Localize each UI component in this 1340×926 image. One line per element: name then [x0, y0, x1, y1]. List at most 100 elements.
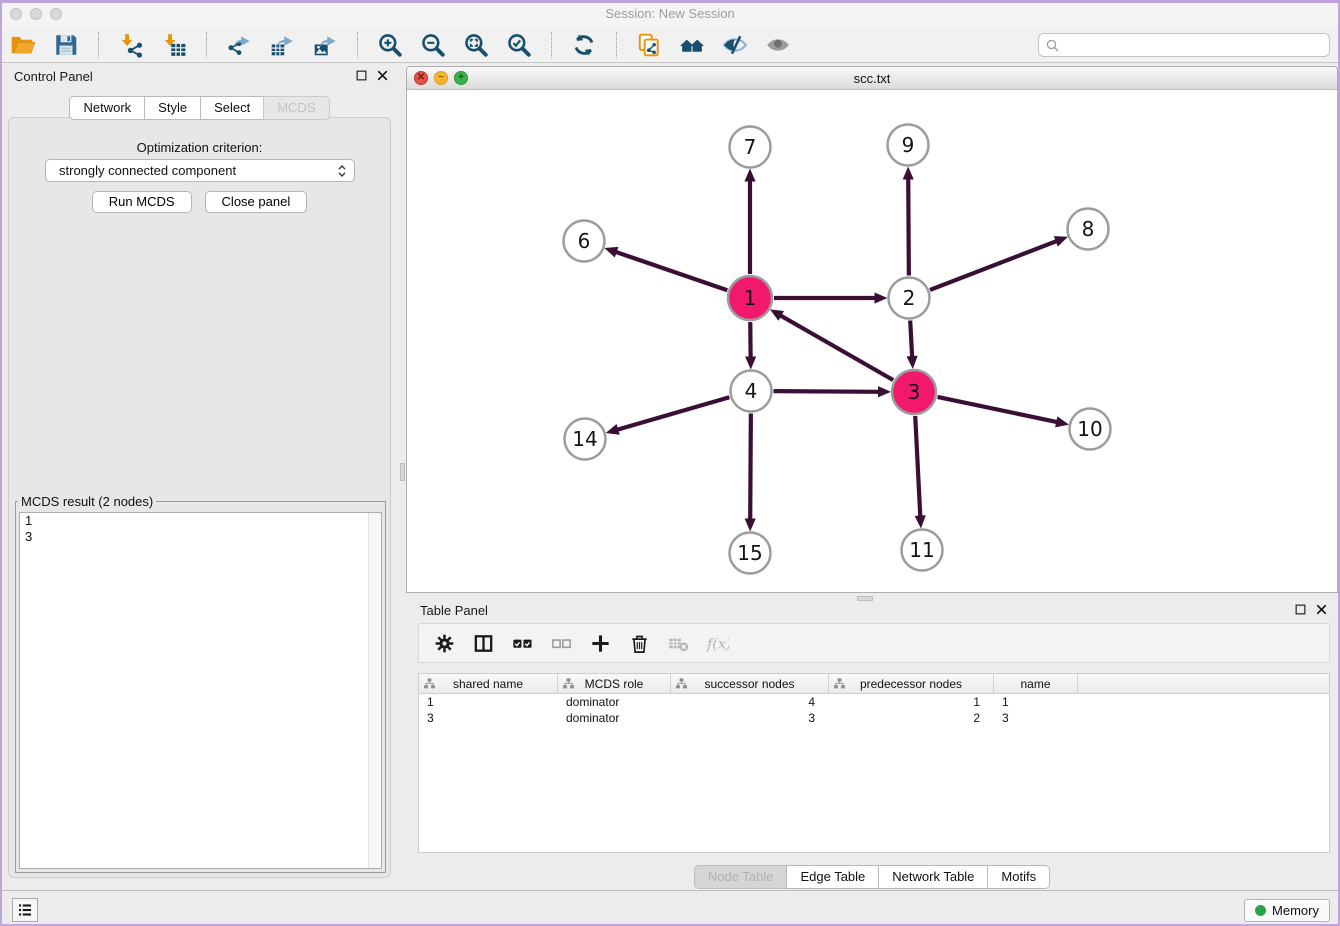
toolbar-separator — [357, 32, 358, 58]
open-folder-icon[interactable] — [10, 32, 36, 58]
zoom-fit-icon[interactable] — [463, 32, 489, 58]
node-14[interactable]: 14 — [565, 419, 606, 460]
close-table-panel-icon[interactable] — [1315, 603, 1328, 616]
trash-icon[interactable] — [628, 632, 651, 655]
save-icon[interactable] — [53, 32, 79, 58]
table-panel: Table Panel f(x) shared nameMCDS rolesuc… — [406, 597, 1338, 890]
tab-motifs[interactable]: Motifs — [987, 865, 1050, 889]
zoom-selected-icon[interactable] — [506, 32, 532, 58]
hierarchy-icon — [833, 677, 846, 690]
memory-button[interactable]: Memory — [1244, 899, 1330, 922]
vertical-splitter[interactable] — [399, 63, 406, 890]
node-8[interactable]: 8 — [1068, 209, 1109, 250]
search-box[interactable] — [1038, 33, 1330, 57]
main-toolbar — [0, 28, 1340, 63]
edge-4-3[interactable] — [773, 391, 880, 392]
gear-icon[interactable] — [433, 632, 456, 655]
criterion-dropdown[interactable]: strongly connected component — [45, 159, 355, 182]
add-icon[interactable] — [589, 632, 612, 655]
edge-2-3[interactable] — [910, 320, 912, 358]
task-history-button[interactable] — [12, 898, 38, 922]
tab-edge-table[interactable]: Edge Table — [786, 865, 879, 889]
cell-successor-nodes: 3 — [671, 710, 829, 726]
node-6[interactable]: 6 — [564, 221, 605, 262]
search-input[interactable] — [1060, 35, 1323, 55]
toolbar-separator — [551, 32, 552, 58]
node-3[interactable]: 3 — [892, 370, 936, 414]
cell-name: 3 — [994, 710, 1078, 726]
edge-3-1[interactable] — [779, 315, 893, 380]
network-canvas[interactable]: 7 9 6 8 1 2 4 3 14 10 15 11 — [407, 90, 1337, 592]
edge-arrowhead — [906, 356, 917, 369]
column-header-successor-nodes[interactable]: successor nodes — [671, 674, 829, 693]
mcds-result-group: MCDS result (2 nodes) 13 — [15, 494, 386, 873]
horizontal-splitter-grip[interactable] — [857, 596, 873, 601]
node-label: 9 — [902, 133, 915, 157]
node-4[interactable]: 4 — [731, 371, 772, 412]
column-header-mcds-role[interactable]: MCDS role — [558, 674, 671, 693]
hide-eye-icon[interactable] — [722, 32, 748, 58]
node-1[interactable]: 1 — [728, 276, 772, 320]
export-network-icon[interactable] — [226, 32, 252, 58]
result-scrollbar[interactable] — [368, 513, 381, 868]
node-7[interactable]: 7 — [730, 127, 771, 168]
search-icon — [1045, 38, 1060, 53]
close-panel-button[interactable]: Close panel — [205, 191, 308, 213]
edge-2-8[interactable] — [930, 241, 1058, 290]
edge-3-10[interactable] — [937, 397, 1058, 422]
copy-network-icon[interactable] — [636, 32, 662, 58]
edge-4-15[interactable] — [750, 413, 751, 520]
edge-1-6[interactable] — [615, 252, 728, 291]
network-graph[interactable]: 7 9 6 8 1 2 4 3 14 10 15 11 — [407, 90, 1337, 592]
import-network-icon[interactable] — [118, 32, 144, 58]
node-10[interactable]: 10 — [1070, 409, 1111, 450]
tab-style[interactable]: Style — [144, 96, 201, 120]
select-all-icon[interactable] — [511, 632, 534, 655]
column-header-shared-name[interactable]: shared name — [419, 674, 558, 693]
close-panel-icon[interactable] — [376, 69, 389, 82]
edge-4-14[interactable] — [616, 397, 729, 430]
float-panel-icon[interactable] — [355, 69, 368, 82]
toolbar-separator — [98, 32, 99, 58]
node-15[interactable]: 15 — [730, 533, 771, 574]
list-icon — [16, 901, 34, 919]
float-table-panel-icon[interactable] — [1294, 603, 1307, 616]
edge-3-11[interactable] — [915, 416, 920, 518]
table-panel-title: Table Panel — [420, 603, 488, 618]
tab-select[interactable]: Select — [200, 96, 264, 120]
cell-name: 1 — [994, 694, 1078, 710]
unselect-all-icon[interactable] — [550, 632, 573, 655]
app-titlebar: Session: New Session — [0, 0, 1340, 28]
splitter-grip[interactable] — [400, 463, 405, 481]
zoom-in-icon[interactable] — [377, 32, 403, 58]
import-table-icon[interactable] — [161, 32, 187, 58]
tab-node-table[interactable]: Node Table — [694, 865, 788, 889]
show-eye-icon[interactable] — [765, 32, 791, 58]
node-9[interactable]: 9 — [888, 125, 929, 166]
tab-network-table[interactable]: Network Table — [878, 865, 988, 889]
export-table-icon[interactable] — [269, 32, 295, 58]
node-11[interactable]: 11 — [902, 530, 943, 571]
network-window-titlebar[interactable]: ✕ − + scc.txt — [407, 67, 1337, 90]
zoom-out-icon[interactable] — [420, 32, 446, 58]
columns-icon[interactable] — [472, 632, 495, 655]
edge-arrowhead — [1054, 236, 1068, 246]
cell-successor-nodes: 4 — [671, 694, 829, 710]
home-icon[interactable] — [679, 32, 705, 58]
cell-mcds-role: dominator — [558, 710, 671, 726]
column-header-name[interactable]: name — [994, 674, 1078, 693]
delete-table-icon — [667, 632, 690, 655]
export-image-icon[interactable] — [312, 32, 338, 58]
tab-network[interactable]: Network — [69, 96, 145, 120]
table-row[interactable]: 3dominator323 — [419, 710, 1329, 726]
refresh-icon[interactable] — [571, 32, 597, 58]
column-header-predecessor-nodes[interactable]: predecessor nodes — [829, 674, 994, 693]
table-row[interactable]: 1dominator411 — [419, 694, 1329, 710]
node-2[interactable]: 2 — [889, 278, 930, 319]
memory-status-icon — [1255, 905, 1266, 916]
run-mcds-button[interactable]: Run MCDS — [92, 191, 192, 213]
column-label: successor nodes — [704, 677, 794, 691]
cell-predecessor-nodes: 2 — [829, 710, 994, 726]
edge-2-9[interactable] — [908, 177, 909, 275]
tab-mcds[interactable]: MCDS — [263, 96, 329, 120]
